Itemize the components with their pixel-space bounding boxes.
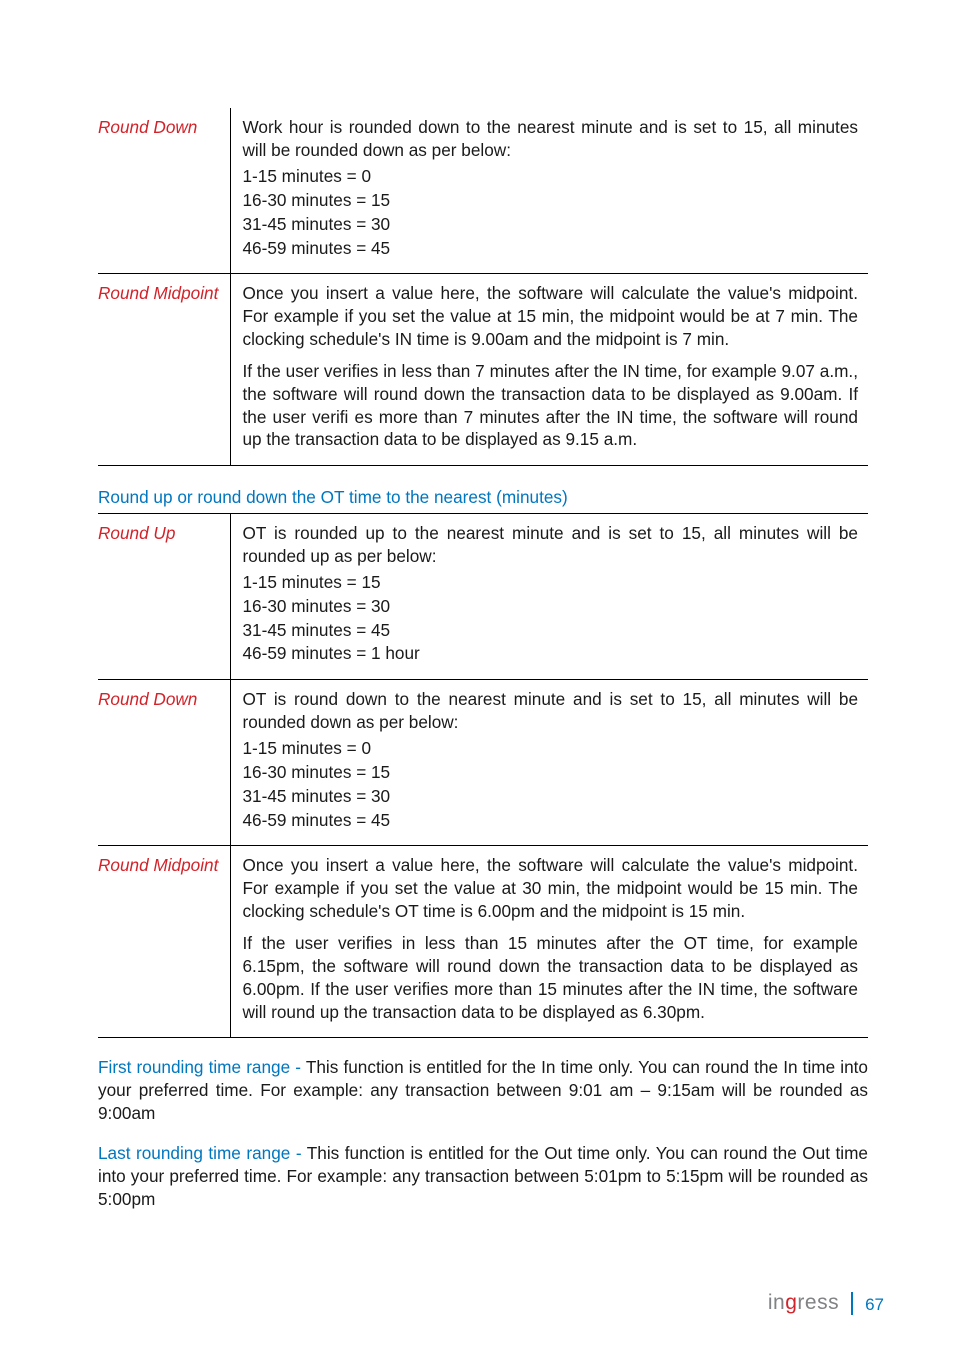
description-text: If the user verifies in less than 7 minu… xyxy=(243,360,859,451)
description-text: Once you insert a value here, the softwa… xyxy=(243,854,859,922)
value-lines: 1-15 minutes = 0 16-30 minutes = 15 31-4… xyxy=(243,737,859,831)
page-footer: ingress 67 xyxy=(768,1292,884,1315)
rounding-work-hour-table: Round Down Work hour is rounded down to … xyxy=(98,108,868,466)
term-label: Round Down xyxy=(98,117,197,137)
value-lines: 1-15 minutes = 15 16-30 minutes = 30 31-… xyxy=(243,571,859,665)
table-row: Round Midpoint Once you insert a value h… xyxy=(98,846,868,1038)
term-label: Round Down xyxy=(98,689,197,709)
description-text: OT is round down to the nearest minute a… xyxy=(243,688,859,733)
rounding-ot-table: Round Up OT is rounded up to the nearest… xyxy=(98,513,868,1038)
lead-in-text: Last rounding time range - xyxy=(98,1143,307,1163)
first-rounding-paragraph: First rounding time range - This functio… xyxy=(98,1056,868,1124)
lead-in-text: First rounding time range - xyxy=(98,1057,306,1077)
table-row: Round Midpoint Once you insert a value h… xyxy=(98,274,868,466)
value-lines: 1-15 minutes = 0 16-30 minutes = 15 31-4… xyxy=(243,165,859,259)
page-content: Round Down Work hour is rounded down to … xyxy=(0,0,954,1363)
table-row: Round Down OT is round down to the neare… xyxy=(98,680,868,846)
last-rounding-paragraph: Last rounding time range - This function… xyxy=(98,1142,868,1210)
page-number: 67 xyxy=(865,1296,884,1315)
description-text: If the user verifies in less than 15 min… xyxy=(243,932,859,1023)
section-heading: Round up or round down the OT time to th… xyxy=(98,486,868,509)
description-text: Work hour is rounded down to the nearest… xyxy=(243,116,859,161)
term-label: Round Midpoint xyxy=(98,855,218,875)
table-row: Round Down Work hour is rounded down to … xyxy=(98,108,868,274)
description-text: Once you insert a value here, the softwa… xyxy=(243,282,859,350)
brand-logo: ingress xyxy=(768,1292,853,1315)
term-label: Round Up xyxy=(98,523,175,543)
description-text: OT is rounded up to the nearest minute a… xyxy=(243,522,859,567)
term-label: Round Midpoint xyxy=(98,283,218,303)
table-row: Round Up OT is rounded up to the nearest… xyxy=(98,513,868,679)
